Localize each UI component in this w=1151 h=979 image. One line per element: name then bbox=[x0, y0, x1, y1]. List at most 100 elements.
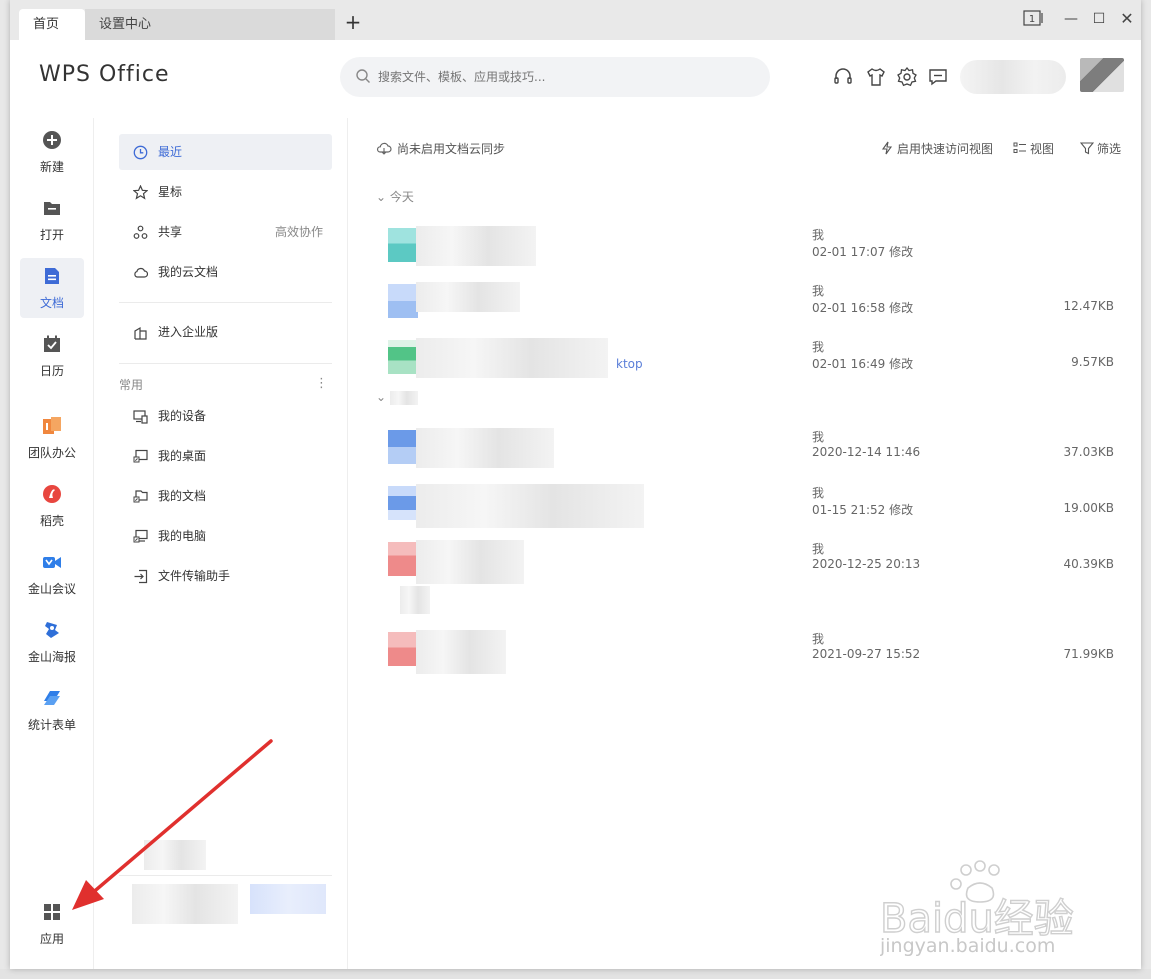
nav-starred[interactable]: 星标 bbox=[119, 174, 332, 210]
docer-icon bbox=[43, 485, 61, 503]
file-owner: 我 bbox=[812, 486, 825, 500]
filter-button[interactable]: 筛选 bbox=[1080, 140, 1121, 157]
sidebar-open[interactable]: 打开 bbox=[20, 190, 84, 250]
tablet-mode-icon[interactable]: 1 bbox=[1022, 10, 1046, 28]
file-row[interactable]: ktop 我 02-01 16:49 修改 9.57KB bbox=[376, 334, 1126, 384]
sidebar-documents[interactable]: 文档 bbox=[20, 258, 84, 318]
clock-icon bbox=[133, 145, 148, 160]
file-thumbnail bbox=[388, 486, 418, 520]
nav-panel: 最近 星标 共享 高效协作 我的云文档 进入企业版 常用 ⋮ 我的设备 我的桌面… bbox=[110, 118, 348, 969]
nav-enterprise[interactable]: 进入企业版 bbox=[119, 314, 332, 350]
minimize-button[interactable]: — bbox=[1062, 10, 1080, 28]
nav-file-transfer[interactable]: 文件传输助手 bbox=[119, 558, 332, 594]
group-today[interactable]: ⌄ 今天 bbox=[376, 188, 414, 205]
folder-shortcut-icon bbox=[133, 490, 148, 503]
file-size: 9.57KB bbox=[1071, 355, 1114, 369]
file-size: 19.00KB bbox=[1063, 501, 1114, 515]
headset-icon[interactable] bbox=[832, 66, 854, 88]
quick-view-button[interactable]: 启用快速访问视图 bbox=[880, 140, 993, 157]
watermark-url: jingyan.baidu.com bbox=[880, 935, 1055, 957]
sidebar-apps[interactable]: 应用 bbox=[20, 894, 84, 954]
nav-my-desktop[interactable]: 我的桌面 bbox=[119, 438, 332, 474]
tab-settings-center[interactable]: 设置中心 bbox=[85, 9, 335, 40]
file-owner: 我 bbox=[812, 430, 825, 444]
sidebar-stat-form[interactable]: 统计表单 bbox=[20, 680, 84, 740]
nav-shared-extra: 高效协作 bbox=[274, 225, 323, 239]
nav-label: 最近 bbox=[158, 145, 183, 159]
baidu-watermark: Baidu经验 jingyan.baidu.com bbox=[880, 860, 1075, 957]
file-time: 02-01 17:07 修改 bbox=[812, 245, 914, 259]
close-button[interactable]: ✕ bbox=[1118, 10, 1136, 28]
file-row[interactable]: 我 02-01 16:58 修改 12.47KB bbox=[376, 278, 1126, 328]
skin-shirt-icon[interactable] bbox=[865, 66, 887, 88]
nav-my-device[interactable]: 我的设备 bbox=[119, 398, 332, 434]
search-box[interactable] bbox=[340, 57, 770, 97]
cloud-icon bbox=[134, 267, 148, 278]
group-earlier[interactable]: ⌄ bbox=[376, 390, 418, 405]
file-time: 2021-09-27 15:52 bbox=[812, 647, 921, 661]
gear-icon[interactable] bbox=[896, 66, 918, 88]
file-name-blurred bbox=[416, 540, 524, 584]
plus-circle-icon bbox=[43, 131, 61, 149]
file-name-blurred bbox=[416, 338, 608, 378]
blurred-row bbox=[400, 586, 430, 614]
nav-divider bbox=[119, 302, 332, 303]
nav-my-documents[interactable]: 我的文档 bbox=[119, 478, 332, 514]
nav-shared[interactable]: 共享 高效协作 bbox=[119, 214, 332, 250]
tab-home[interactable]: 首页 bbox=[19, 9, 85, 40]
file-row[interactable]: 我 01-15 21:52 修改 19.00KB bbox=[376, 480, 1126, 530]
nav-cloud-docs[interactable]: 我的云文档 bbox=[119, 254, 332, 290]
message-icon[interactable] bbox=[927, 66, 949, 88]
blurred-info bbox=[144, 840, 206, 870]
folder-icon bbox=[44, 202, 60, 215]
blurred-info bbox=[250, 884, 326, 914]
cloud-sync-label: 尚未启用文档云同步 bbox=[397, 142, 506, 156]
file-row[interactable]: 我 2020-12-25 20:13 40.39KB bbox=[376, 536, 1126, 586]
file-row[interactable]: 我 02-01 17:07 修改 bbox=[376, 222, 1126, 272]
cloud-sync-note[interactable]: 尚未启用文档云同步 bbox=[376, 140, 505, 157]
chevron-down-icon: ⌄ bbox=[376, 190, 387, 204]
filter-label: 筛选 bbox=[1097, 142, 1122, 156]
search-icon bbox=[356, 69, 370, 83]
cloud-sync-icon bbox=[376, 142, 392, 155]
maximize-button[interactable]: ☐ bbox=[1090, 10, 1108, 28]
computer-icon bbox=[133, 529, 148, 543]
sidebar-label: 金山海报 bbox=[27, 650, 76, 664]
sidebar-docer[interactable]: 稻壳 bbox=[20, 476, 84, 536]
section-more-icon[interactable]: ⋮ bbox=[315, 376, 328, 391]
search-input[interactable] bbox=[378, 57, 758, 97]
file-thumbnail bbox=[388, 542, 418, 576]
file-thumbnail bbox=[388, 632, 418, 666]
apps-grid-icon bbox=[44, 904, 60, 920]
sidebar-meeting[interactable]: 金山会议 bbox=[20, 544, 84, 604]
nav-divider bbox=[119, 363, 332, 364]
group-today-label: 今天 bbox=[389, 190, 414, 204]
file-time: 01-15 21:52 修改 bbox=[812, 503, 914, 517]
nav-label: 文件传输助手 bbox=[158, 569, 231, 583]
blurred-info bbox=[132, 884, 238, 924]
file-row[interactable]: 我 2021-09-27 15:52 71.99KB bbox=[376, 626, 1126, 676]
file-row[interactable]: 我 2020-12-14 11:46 37.03KB bbox=[376, 424, 1126, 474]
nav-label: 共享 bbox=[158, 225, 183, 239]
nav-label: 进入企业版 bbox=[158, 325, 219, 339]
nav-recent[interactable]: 最近 bbox=[119, 134, 332, 170]
file-name-blurred bbox=[416, 484, 644, 528]
file-time: 02-01 16:58 修改 bbox=[812, 301, 914, 315]
sidebar-label: 统计表单 bbox=[27, 718, 76, 732]
new-tab-button[interactable]: + bbox=[343, 12, 363, 32]
sidebar-team-office[interactable]: 团队办公 bbox=[20, 408, 84, 468]
transfer-icon bbox=[134, 569, 148, 584]
sidebar-calendar[interactable]: 日历 bbox=[20, 326, 84, 386]
avatar[interactable] bbox=[1080, 58, 1124, 92]
nav-label: 星标 bbox=[158, 185, 183, 199]
sidebar-poster[interactable]: 金山海报 bbox=[20, 612, 84, 672]
meeting-icon bbox=[43, 557, 61, 568]
view-button[interactable]: 视图 bbox=[1013, 140, 1054, 157]
nav-my-computer[interactable]: 我的电脑 bbox=[119, 518, 332, 554]
file-owner: 我 bbox=[812, 632, 825, 646]
sidebar-new[interactable]: 新建 bbox=[20, 122, 84, 182]
list-view-icon bbox=[1013, 142, 1026, 153]
file-name-blurred bbox=[416, 226, 536, 266]
user-name-blurred[interactable] bbox=[960, 60, 1066, 94]
file-thumbnail bbox=[388, 228, 418, 262]
